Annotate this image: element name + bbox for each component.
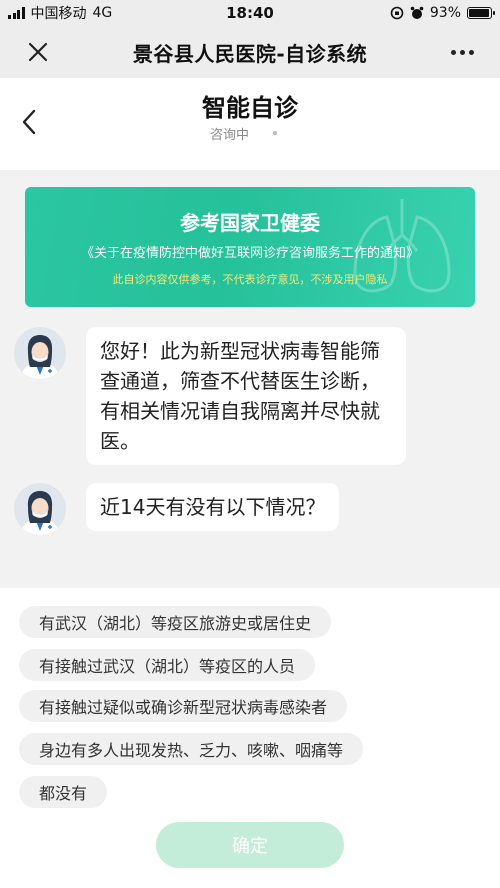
- chat-area[interactable]: 参考国家卫健委 《关于在疫情防控中做好互联网诊疗咨询服务工作的通知》 此自诊内容…: [0, 170, 500, 588]
- close-icon: [28, 42, 48, 62]
- chat-message: 您好！此为新型冠状病毒智能筛查通道，筛查不代替医生诊断，有相关情况请自我隔离并尽…: [14, 327, 406, 465]
- banner-headline: 参考国家卫健委: [180, 211, 320, 235]
- option-cluster-symptoms[interactable]: 身边有多人出现发热、乏力、咳嗽、咽痛等: [19, 733, 364, 765]
- message-bubble: 近14天有没有以下情况？: [86, 483, 340, 531]
- more-icon: [450, 49, 456, 55]
- message-bubble: 您好！此为新型冠状病毒智能筛查通道，筛查不代替医生诊断，有相关情况请自我隔离并尽…: [86, 327, 406, 465]
- page-title: 景谷县人民医院-自诊系统: [132, 41, 368, 66]
- notice-banner: 参考国家卫健委 《关于在疫情防控中做好互联网诊疗咨询服务工作的通知》 此自诊内容…: [25, 187, 475, 307]
- clock: 18:40: [226, 4, 274, 22]
- orientation-lock-icon: [390, 6, 404, 20]
- signal-icon: [8, 7, 25, 19]
- doctor-avatar: [14, 483, 66, 535]
- battery-percent: 93%: [429, 5, 461, 21]
- carrier-label: 中国移动: [30, 6, 87, 22]
- network-label: 4G: [92, 5, 113, 21]
- options-panel: 有武汉（湖北）等疫区旅游史或居住史 有接触过武汉（湖北）等疫区的人员 有接触过疑…: [0, 588, 500, 888]
- banner-subtitle: 《关于在疫情防控中做好互联网诊疗咨询服务工作的通知》: [80, 246, 419, 261]
- alarm-icon: [410, 6, 424, 19]
- typing-indicator: [273, 131, 277, 135]
- option-contact-wuhan-people[interactable]: 有接触过武汉（湖北）等疫区的人员: [19, 649, 316, 681]
- nav-bar: 景谷县人民医院-自诊系统: [0, 26, 500, 78]
- banner-disclaimer: 此自诊内容仅供参考，不代表诊疗意见，不涉及用户隐私: [112, 273, 388, 286]
- more-button[interactable]: [424, 26, 500, 78]
- confirm-button[interactable]: 确定: [156, 822, 344, 868]
- doctor-avatar: [14, 327, 66, 379]
- close-button[interactable]: [0, 26, 76, 78]
- option-none[interactable]: 都没有: [19, 776, 108, 808]
- chat-status: 咨询中: [210, 128, 250, 143]
- battery-icon: [467, 7, 495, 19]
- chat-message: 近14天有没有以下情况？: [14, 483, 340, 535]
- option-contact-infected[interactable]: 有接触过疑似或确诊新型冠状病毒感染者: [19, 690, 348, 722]
- chat-title: 智能自诊: [202, 94, 298, 122]
- chat-header: 智能自诊 咨询中: [0, 78, 500, 170]
- status-bar: 中国移动 4G 18:40 93%: [0, 0, 500, 26]
- option-wuhan-travel[interactable]: 有武汉（湖北）等疫区旅游史或居住史: [19, 606, 332, 638]
